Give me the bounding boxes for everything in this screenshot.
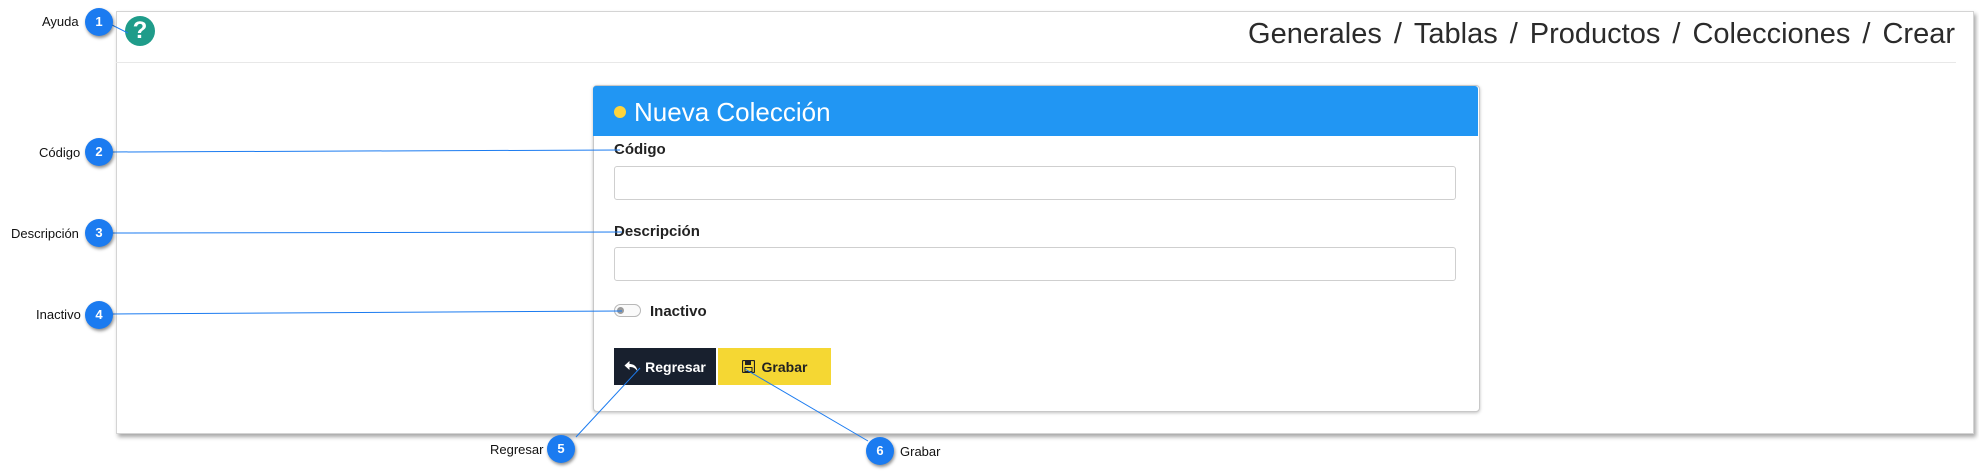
inactivo-toggle[interactable] [614,304,641,317]
callout-label-ayuda: Ayuda [42,14,79,29]
breadcrumb-separator: / [1862,18,1871,50]
breadcrumb: Generales / Tablas / Productos / Colecciones / C… [1248,18,1955,51]
toggle-knob [617,307,624,314]
descripcion-label: Descripción [614,223,700,240]
card-header: Nueva Colección [593,86,1478,136]
callout-badge-2: 2 [85,138,113,166]
callout-badge-6: 6 [866,437,894,465]
callout-label-grabar: Grabar [900,444,941,459]
breadcrumb-item-crear: Crear [1882,18,1955,50]
descripcion-input[interactable] [614,247,1456,281]
callout-badge-3: 3 [85,219,113,247]
breadcrumb-item-generales[interactable]: Generales [1248,18,1382,50]
breadcrumb-separator: / [1393,18,1402,50]
regresar-button[interactable]: Regresar [614,348,716,385]
callout-label-descripcion: Descripción [11,226,79,241]
regresar-label: Regresar [645,358,706,375]
grabar-label: Grabar [761,358,808,375]
floppy-disk-icon [741,360,755,373]
breadcrumb-separator: / [1509,18,1518,50]
callout-badge-5: 5 [547,435,575,463]
help-icon[interactable]: ? [125,16,155,46]
callout-label-codigo: Código [39,145,81,160]
breadcrumb-item-colecciones[interactable]: Colecciones [1692,18,1850,50]
breadcrumb-item-tablas[interactable]: Tablas [1414,18,1498,50]
breadcrumb-separator: / [1672,18,1681,50]
inactivo-label: Inactivo [650,303,707,320]
grabar-button[interactable]: Grabar [718,348,831,385]
breadcrumb-item-productos[interactable]: Productos [1530,18,1661,50]
header-divider [116,62,1956,63]
callout-badge-4: 4 [85,301,113,329]
codigo-input[interactable] [614,166,1456,200]
card-title: Nueva Colección [634,97,831,127]
codigo-label: Código [614,141,666,158]
reply-arrow-icon [624,361,638,372]
status-dot-icon [614,106,626,118]
callout-label-inactivo: Inactivo [36,307,81,322]
callout-badge-1: 1 [85,8,113,36]
callout-label-regresar: Regresar [490,442,544,457]
